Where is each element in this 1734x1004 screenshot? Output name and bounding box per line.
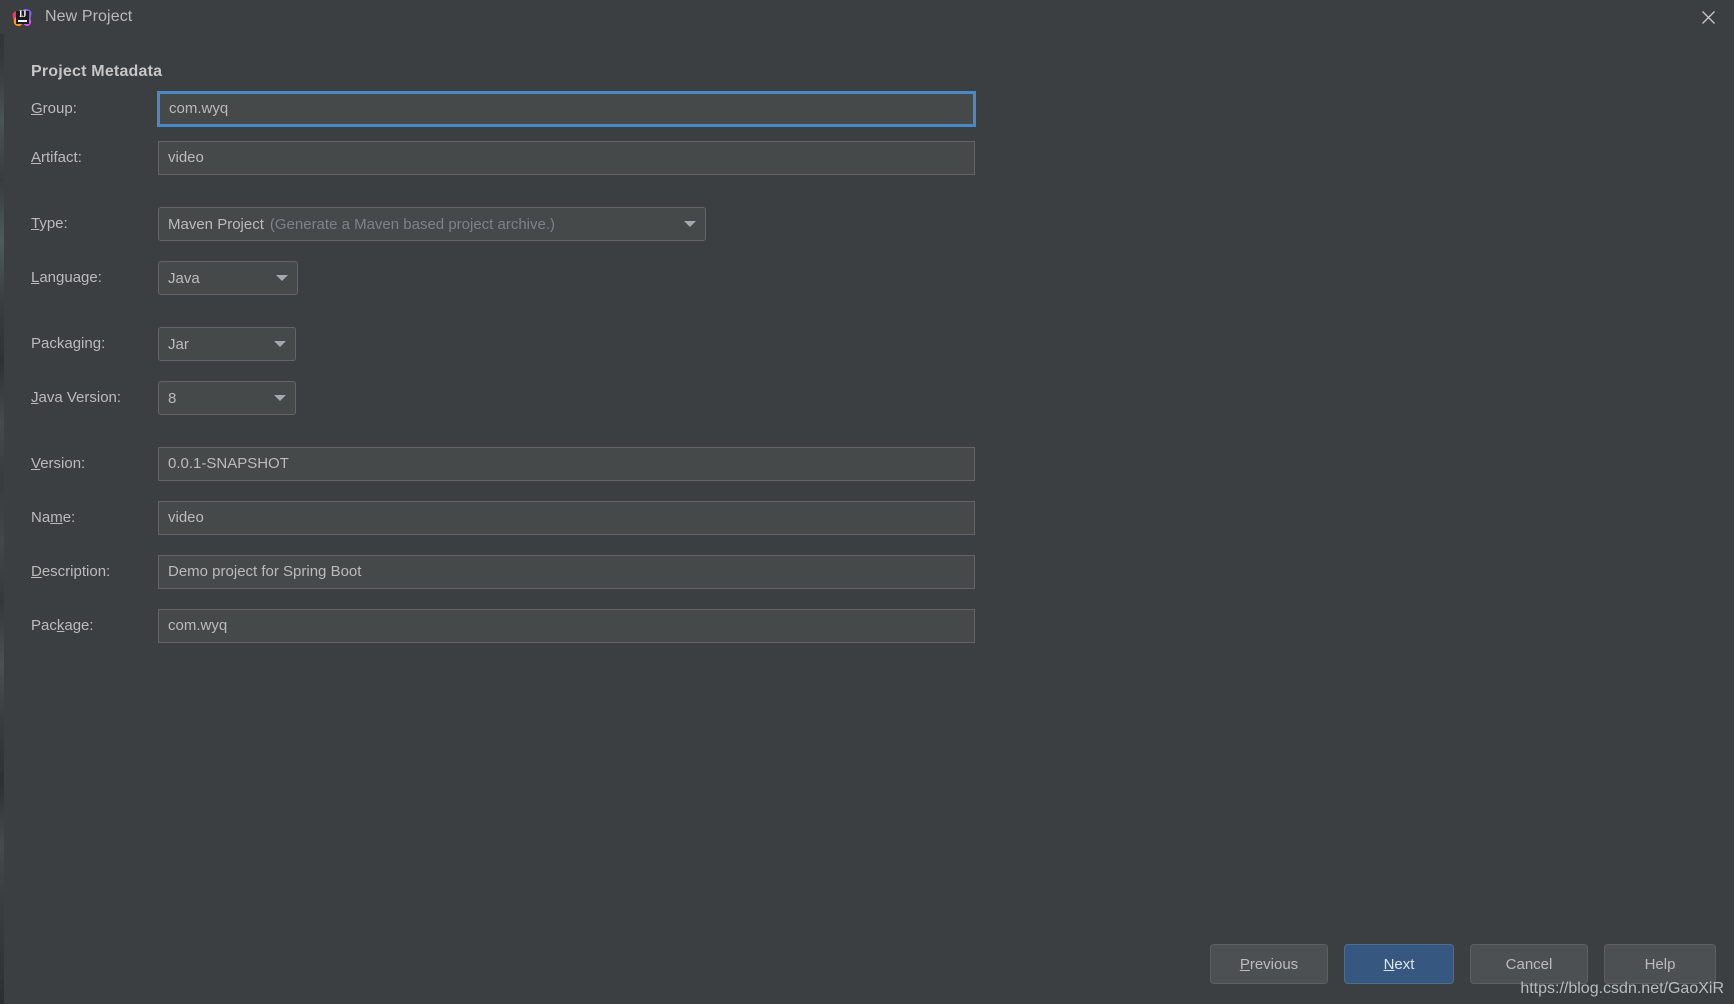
page-title: Project Metadata bbox=[31, 63, 162, 81]
language-dropdown[interactable]: Java bbox=[158, 261, 298, 295]
type-value: Maven Project bbox=[168, 216, 264, 233]
packaging-label: Packaging: bbox=[31, 327, 151, 361]
java-version-label: Java Version: bbox=[31, 381, 151, 415]
group-label: Group: bbox=[31, 92, 151, 126]
type-dropdown[interactable]: Maven Project (Generate a Maven based pr… bbox=[158, 207, 706, 241]
artifact-label: Artifact: bbox=[31, 141, 151, 175]
previous-button[interactable]: Previous bbox=[1210, 944, 1328, 984]
chevron-down-icon bbox=[670, 221, 696, 227]
cancel-button[interactable]: Cancel bbox=[1470, 944, 1588, 984]
packaging-dropdown[interactable]: Jar bbox=[158, 327, 296, 361]
language-value: Java bbox=[168, 270, 200, 287]
description-label: Description: bbox=[31, 555, 151, 589]
version-input[interactable]: 0.0.1-SNAPSHOT bbox=[158, 447, 975, 481]
description-input[interactable]: Demo project for Spring Boot bbox=[158, 555, 975, 589]
type-hint: (Generate a Maven based project archive.… bbox=[270, 216, 555, 233]
language-label: Language: bbox=[31, 261, 151, 295]
next-button[interactable]: Next bbox=[1344, 944, 1454, 984]
name-input[interactable]: video bbox=[158, 501, 975, 535]
package-label: Package: bbox=[31, 609, 151, 643]
chevron-down-icon bbox=[260, 395, 286, 401]
group-input[interactable]: com.wyq bbox=[158, 92, 975, 126]
artifact-input[interactable]: video bbox=[158, 141, 975, 175]
version-label: Version: bbox=[31, 447, 151, 481]
help-button[interactable]: Help bbox=[1604, 944, 1716, 984]
packaging-value: Jar bbox=[168, 336, 189, 353]
chevron-down-icon bbox=[262, 275, 288, 281]
chevron-down-icon bbox=[260, 341, 286, 347]
close-button[interactable] bbox=[1682, 0, 1734, 34]
java-version-dropdown[interactable]: 8 bbox=[158, 381, 296, 415]
dialog-footer: Previous Next Cancel Help bbox=[0, 944, 1734, 984]
type-label: Type: bbox=[31, 207, 151, 241]
name-label: Name: bbox=[31, 501, 151, 535]
close-icon bbox=[1701, 10, 1716, 25]
window-title: New Project bbox=[45, 8, 132, 26]
title-bar: IJ New Project bbox=[0, 0, 1734, 34]
window-edge-artifact bbox=[0, 0, 4, 1004]
package-input[interactable]: com.wyq bbox=[158, 609, 975, 643]
java-version-value: 8 bbox=[168, 390, 176, 407]
intellij-idea-logo-icon: IJ bbox=[13, 8, 31, 26]
